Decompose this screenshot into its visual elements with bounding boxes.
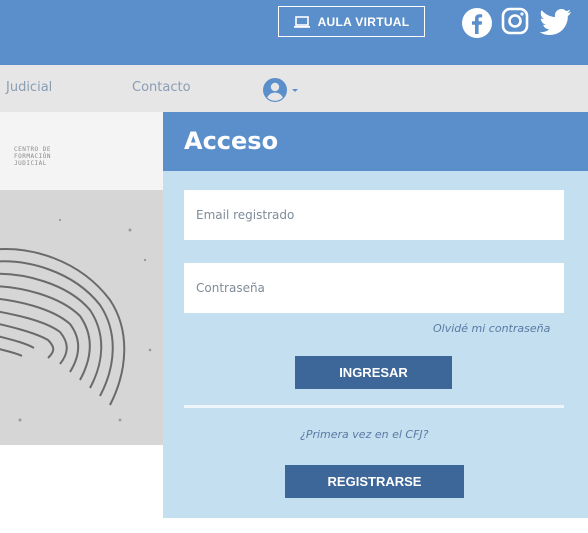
login-title: Acceso — [184, 127, 279, 155]
chevron-down-icon — [292, 89, 298, 92]
nav-item-judicial[interactable]: Judicial — [6, 80, 52, 95]
logo-line: FORMACIÓN — [14, 153, 52, 160]
laptop-icon — [293, 15, 310, 28]
first-time-text: ¿Primera vez en el CFJ? — [300, 428, 429, 441]
cfj-logo: CENTRO DE FORMACIÓN JUDICIAL — [0, 112, 163, 190]
logo-line: JUDICIAL — [14, 160, 47, 167]
nav-item-contacto[interactable]: Contacto — [132, 80, 191, 95]
logo-line: CENTRO DE — [14, 146, 52, 153]
email-field[interactable] — [184, 190, 564, 240]
divider — [184, 405, 564, 408]
ingresar-button[interactable]: INGRESAR — [295, 356, 452, 389]
password-field[interactable] — [184, 263, 564, 313]
fingerprint-image — [0, 190, 163, 445]
forgot-password-link[interactable]: Olvidé mi contraseña — [433, 322, 550, 335]
user-menu[interactable] — [262, 77, 299, 103]
twitter-icon[interactable] — [540, 9, 572, 35]
aula-virtual-label: AULA VIRTUAL — [317, 14, 410, 29]
instagram-icon[interactable] — [501, 7, 529, 35]
hero-image: CENTRO DE FORMACIÓN JUDICIAL — [0, 112, 163, 445]
user-circle-icon — [263, 78, 287, 102]
registrarse-button[interactable]: REGISTRARSE — [285, 465, 464, 498]
facebook-icon[interactable] — [461, 7, 493, 39]
aula-virtual-button[interactable]: AULA VIRTUAL — [278, 6, 425, 37]
